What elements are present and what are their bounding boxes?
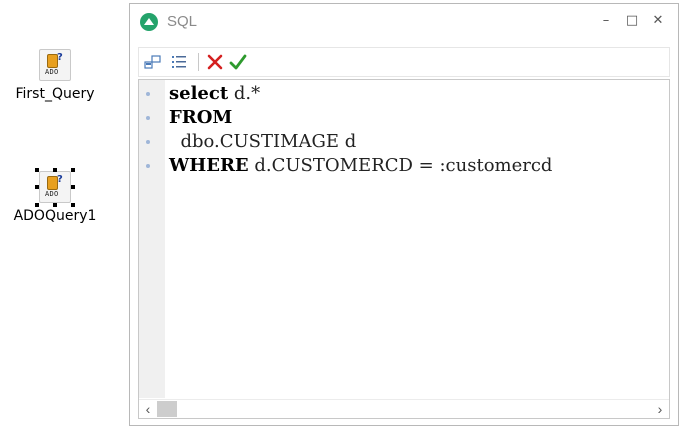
sql-editor[interactable]: select d.* FROM dbo.CUSTIMAGE d WHERE d.… — [138, 79, 670, 419]
sql-keyword: FROM — [169, 107, 233, 128]
window-title: SQL — [167, 13, 198, 30]
ok-icon[interactable] — [228, 52, 248, 72]
selection-handle[interactable] — [71, 203, 75, 207]
adoquery1-component[interactable]: ? ADO ADOQuery1 — [5, 168, 105, 224]
component-label: First_Query — [15, 86, 95, 102]
field-list-icon[interactable] — [169, 52, 189, 72]
selection-handle[interactable] — [35, 168, 39, 172]
app-icon — [140, 13, 158, 31]
code-line: select d.* — [169, 82, 552, 106]
scroll-thumb[interactable] — [157, 401, 177, 417]
line-marker — [146, 164, 150, 168]
minimize-button[interactable]: – — [596, 12, 616, 30]
sql-text: d.CUSTOMERCD = :customercd — [248, 155, 553, 176]
cancel-icon[interactable] — [205, 52, 225, 72]
scroll-left-icon[interactable]: ‹ — [141, 400, 155, 418]
sql-code[interactable]: select d.* FROM dbo.CUSTIMAGE d WHERE d.… — [169, 82, 552, 178]
selection-handle[interactable] — [71, 168, 75, 172]
line-marker — [146, 92, 150, 96]
selection-handle[interactable] — [53, 203, 57, 207]
sql-text: dbo.CUSTIMAGE d — [169, 131, 357, 152]
code-line: WHERE d.CUSTOMERCD = :customercd — [169, 154, 552, 178]
code-line: FROM — [169, 106, 552, 130]
sql-keyword: WHERE — [169, 155, 249, 176]
ado-query-icon: ? ADO — [35, 168, 75, 207]
component-list-icon[interactable] — [143, 52, 163, 72]
selection-handle[interactable] — [35, 185, 39, 189]
horizontal-scrollbar[interactable]: ‹ › — [139, 399, 669, 418]
toolbar-separator — [198, 53, 199, 71]
selection-handle[interactable] — [35, 203, 39, 207]
first-query-component[interactable]: ? ADO First_Query — [5, 49, 105, 102]
line-gutter — [139, 80, 165, 398]
scroll-right-icon[interactable]: › — [653, 400, 667, 418]
close-button[interactable]: ✕ — [648, 12, 668, 30]
title-bar[interactable]: SQL – □ ✕ — [130, 4, 678, 38]
component-label: ADOQuery1 — [13, 208, 97, 224]
ado-query-icon: ? ADO — [39, 49, 71, 81]
toolbar — [138, 47, 670, 77]
selection-handle[interactable] — [71, 185, 75, 189]
sql-text: d.* — [228, 83, 261, 104]
line-marker — [146, 116, 150, 120]
code-line: dbo.CUSTIMAGE d — [169, 130, 552, 154]
sql-keyword: select — [169, 83, 229, 104]
line-marker — [146, 140, 150, 144]
selection-handle[interactable] — [53, 168, 57, 172]
sql-window: SQL – □ ✕ select d.* FROM dbo.CUSTIMAGE … — [129, 3, 679, 426]
maximize-button[interactable]: □ — [622, 12, 642, 30]
